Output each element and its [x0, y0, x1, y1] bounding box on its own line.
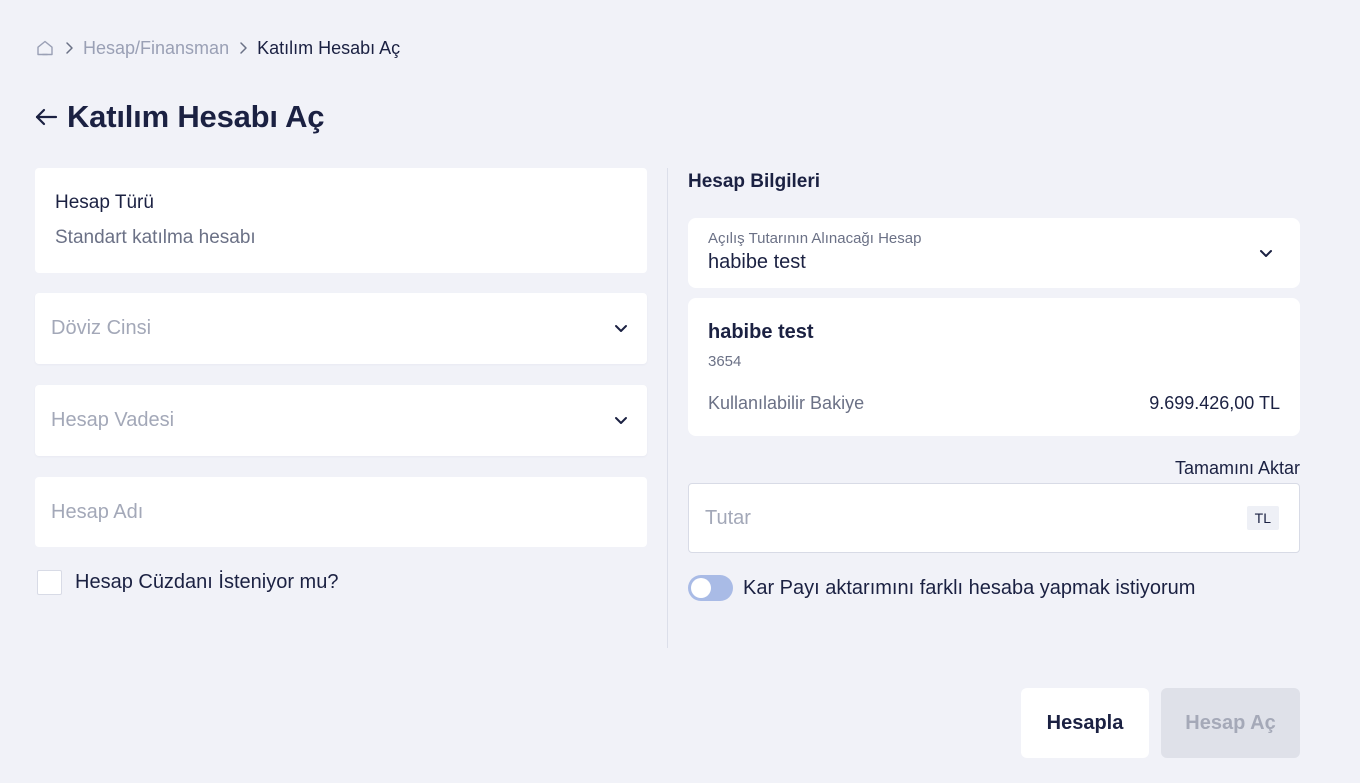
open-account-button[interactable]: Hesap Aç	[1161, 688, 1300, 758]
currency-select[interactable]: Döviz Cinsi	[35, 293, 647, 364]
account-info-title: Hesap Bilgileri	[688, 171, 820, 192]
account-details-card: habibe test 3654 Kullanılabilir Bakiye 9…	[688, 298, 1300, 436]
transfer-all-link[interactable]: Tamamını Aktar	[1175, 458, 1300, 479]
account-name-input[interactable]	[51, 500, 631, 524]
page: Hesap/Finansman Katılım Hesabı Aç Katılı…	[0, 0, 1360, 783]
chevron-right-icon	[58, 38, 80, 58]
currency-select-placeholder: Döviz Cinsi	[51, 317, 152, 339]
balance-value: 9.699.426,00 TL	[1149, 393, 1280, 413]
wallet-checkbox-label[interactable]: Hesap Cüzdanı İsteniyor mu?	[75, 571, 338, 594]
amount-input[interactable]	[705, 506, 1247, 530]
term-select[interactable]: Hesap Vadesi	[35, 385, 647, 456]
profit-share-toggle-label: Kar Payı aktarımını farklı hesaba yapmak…	[743, 576, 1196, 599]
breadcrumb-item-hesap-finansman[interactable]: Hesap/Finansman	[83, 38, 229, 59]
amount-field: TL	[688, 483, 1300, 553]
account-type-label: Hesap Türü	[55, 192, 154, 213]
breadcrumb: Hesap/Finansman Katılım Hesabı Aç	[35, 36, 400, 60]
account-name: habibe test	[708, 321, 814, 343]
source-account-value: habibe test	[708, 251, 806, 273]
currency-badge: TL	[1246, 506, 1279, 530]
account-type-value: Standart katılma hesabı	[55, 227, 256, 248]
page-title: Katılım Hesabı Aç	[67, 99, 325, 134]
calculate-button[interactable]: Hesapla	[1021, 688, 1149, 758]
toggle-knob	[691, 578, 711, 598]
page-header: Katılım Hesabı Aç	[33, 96, 325, 138]
chevron-down-icon	[1256, 243, 1276, 263]
source-account-select[interactable]: Açılış Tutarının Alınacağı Hesap habibe …	[688, 218, 1300, 288]
profit-share-option: Kar Payı aktarımını farklı hesaba yapmak…	[688, 575, 1195, 601]
wallet-option: Hesap Cüzdanı İsteniyor mu?	[37, 569, 338, 595]
wallet-checkbox[interactable]	[37, 569, 62, 595]
arrow-left-icon[interactable]	[33, 104, 59, 130]
chevron-right-icon	[232, 38, 254, 58]
account-name-field	[35, 477, 647, 547]
profit-share-toggle[interactable]	[688, 575, 733, 601]
term-select-placeholder: Hesap Vadesi	[51, 409, 175, 431]
chevron-down-icon	[611, 411, 631, 431]
home-icon[interactable]	[35, 38, 55, 58]
source-account-label: Açılış Tutarının Alınacağı Hesap	[708, 230, 922, 247]
column-divider	[667, 168, 668, 648]
chevron-down-icon	[611, 319, 631, 339]
breadcrumb-item-current: Katılım Hesabı Aç	[257, 37, 401, 58]
balance-label: Kullanılabilir Bakiye	[708, 393, 865, 413]
account-number: 3654	[708, 353, 742, 370]
account-type-card: Hesap Türü Standart katılma hesabı	[35, 168, 647, 273]
